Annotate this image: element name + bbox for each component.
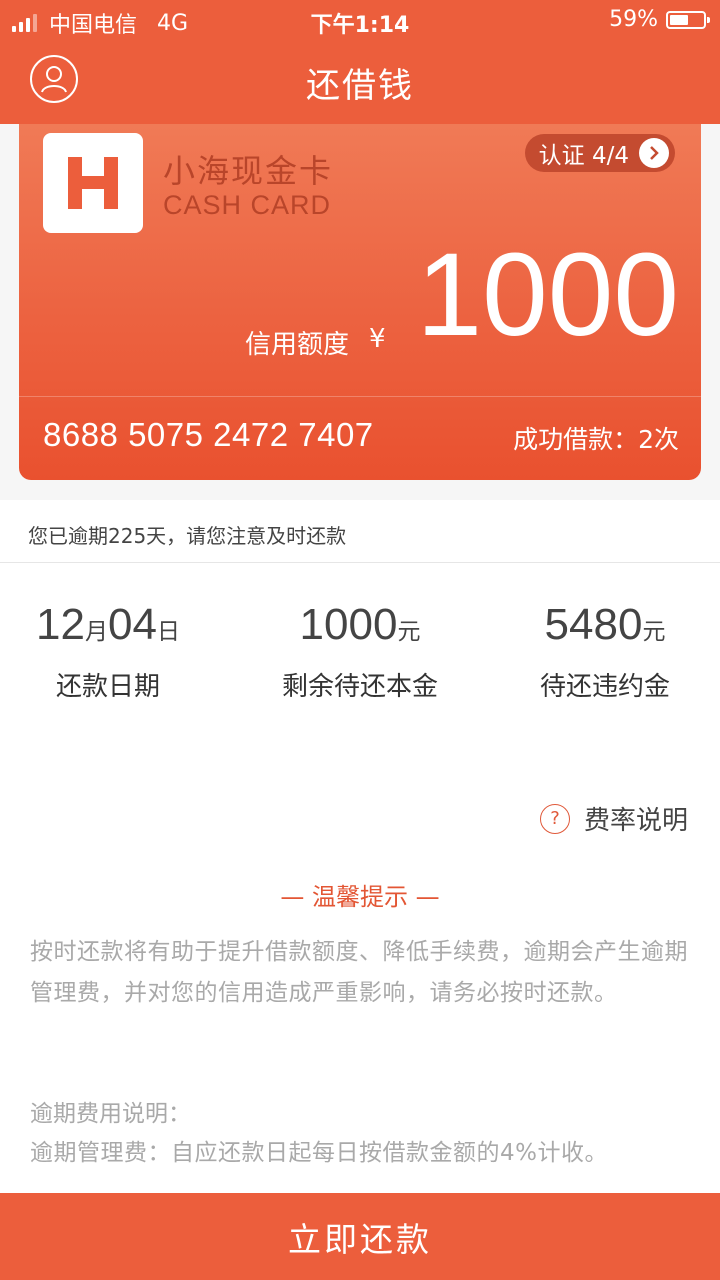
certification-button[interactable]: 认证 4/4 <box>524 134 675 172</box>
stat-penalty: 5480元 待还违约金 <box>520 600 690 703</box>
chevron-right-icon <box>639 138 669 168</box>
penalty-label: 待还违约金 <box>539 672 670 702</box>
overdue-fee-title: 逾期费用说明： <box>30 1101 191 1127</box>
battery-percent: 59% <box>609 7 658 32</box>
credit-limit-label: 信用额度 <box>245 330 350 360</box>
status-right: 59% <box>609 7 710 32</box>
card-subtitle: CASH CARD <box>163 190 332 220</box>
question-icon: ? <box>539 803 570 834</box>
fee-rate-link[interactable]: ? 费率说明 <box>539 800 688 837</box>
app-logo <box>43 133 143 233</box>
h-logo-icon <box>68 157 118 209</box>
penalty-value: 5480元 <box>544 600 666 649</box>
fee-rate-label: 费率说明 <box>583 806 688 836</box>
battery-icon <box>666 10 710 29</box>
cash-card: 小海现金卡 CASH CARD 认证 4/4 信用额度 ¥ 1000 8688 … <box>19 124 701 480</box>
tips-title: — 温馨提示 — <box>280 883 440 911</box>
stat-remaining-principal: 1000元 剩余待还本金 <box>270 600 450 703</box>
page-title: 还借钱 <box>306 66 414 106</box>
app-header: 中国电信 4G 下午1:14 59% 还借钱 <box>0 0 720 124</box>
status-bar: 中国电信 4G 下午1:14 59% <box>0 0 720 40</box>
overdue-fee-body: 逾期管理费：自应还款日起每日按借款金额的4%计收。 <box>30 1140 608 1166</box>
principal-label: 剩余待还本金 <box>281 672 438 702</box>
repay-now-button[interactable]: 立即还款 <box>0 1193 720 1280</box>
card-name: 小海现金卡 <box>163 152 334 190</box>
success-loan-count: 成功借款：2次 <box>513 425 679 454</box>
certification-label: 认证 4/4 <box>538 143 629 169</box>
principal-value: 1000元 <box>299 600 421 649</box>
card-divider <box>19 396 701 397</box>
stat-due-date: 12月04日 还款日期 <box>28 600 188 703</box>
overdue-notice: 您已逾期225天，请您注意及时还款 <box>0 500 720 563</box>
currency-symbol: ¥ <box>369 324 386 354</box>
due-date-value: 12月04日 <box>36 600 180 649</box>
overdue-notice-text: 您已逾期225天，请您注意及时还款 <box>28 524 347 548</box>
card-number: 8688 5075 2472 7407 <box>43 416 374 453</box>
tips-body: 按时还款将有助于提升借款额度、降低手续费，逾期会产生逾期管理费，并对您的信用造成… <box>30 939 688 1006</box>
due-date-label: 还款日期 <box>55 672 160 702</box>
card-section: 小海现金卡 CASH CARD 认证 4/4 信用额度 ¥ 1000 8688 … <box>0 124 720 500</box>
credit-limit-amount: 1000 <box>416 229 679 361</box>
